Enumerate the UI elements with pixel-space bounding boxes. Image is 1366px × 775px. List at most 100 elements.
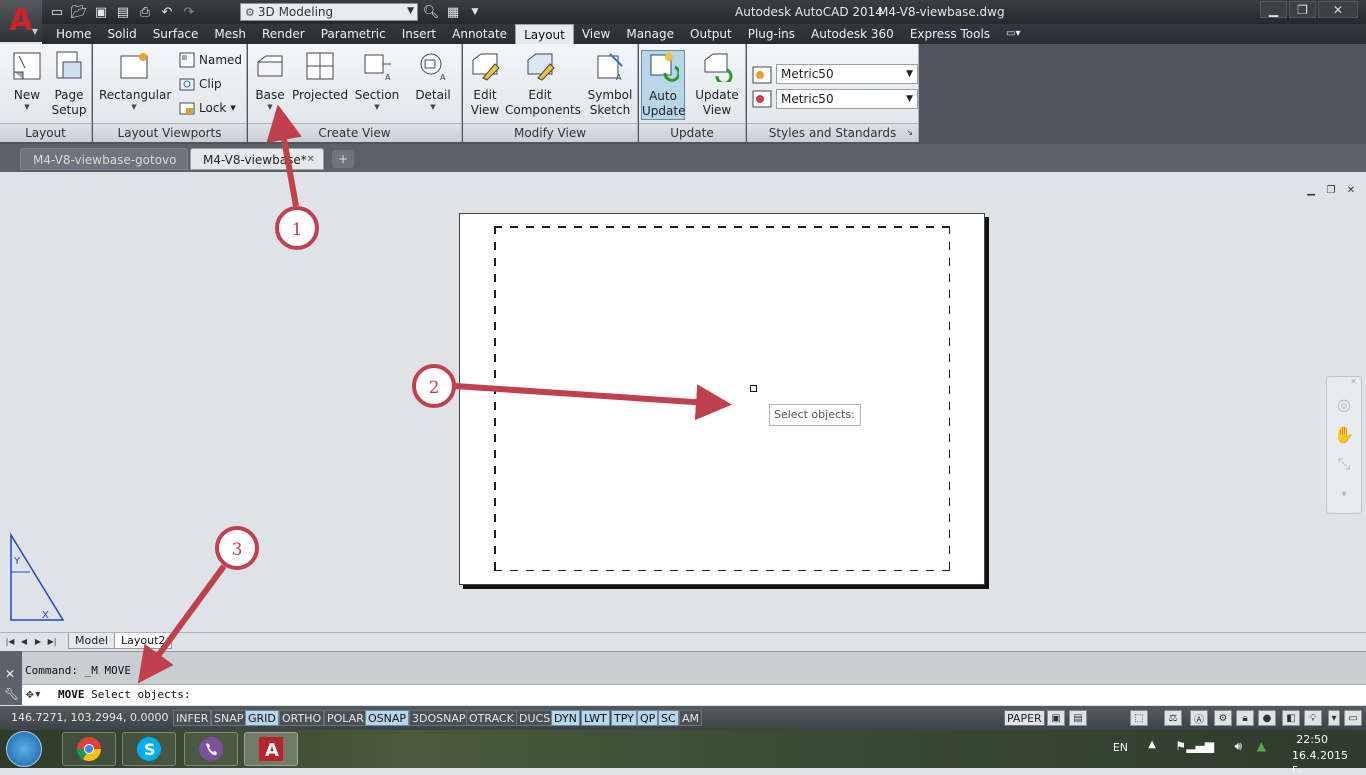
tab-parametric[interactable]: Parametric	[313, 24, 394, 44]
tab-render[interactable]: Render	[254, 24, 313, 44]
status-menu-icon[interactable]: ▾	[1328, 710, 1340, 726]
next-tab-icon[interactable]: ▶	[32, 634, 44, 648]
named-viewport-button[interactable]: Named	[179, 52, 242, 68]
tab-plug-ins[interactable]: Plug-ins	[740, 24, 803, 44]
restore-icon[interactable]: ❐	[1289, 1, 1316, 18]
tab-model[interactable]: Model	[68, 633, 116, 649]
toggle-sc[interactable]: SC	[658, 710, 679, 726]
annotation-visibility-icon[interactable]: Ⓐ	[1190, 710, 1208, 726]
new-layout-button[interactable]: New ▼	[8, 50, 46, 111]
isolate-objects-icon[interactable]: ◧	[1282, 710, 1300, 726]
section-view-button[interactable]: A Section ▼	[352, 50, 402, 111]
steering-wheel-icon[interactable]: ◎	[1327, 389, 1361, 419]
skype-icon[interactable]: S	[122, 732, 176, 766]
lightbulb-icon[interactable]: 💡︎	[1304, 710, 1322, 726]
section-style-dropdown[interactable]: Metric50 ▼	[776, 89, 918, 109]
clean-screen-icon[interactable]: ▭	[1344, 710, 1362, 726]
drawing-canvas[interactable]: ▁ ❐ ✕ Select objects: ✕ ◎ ✋ ⤡ ▾ Y X	[0, 172, 1366, 632]
workspace-dropdown[interactable]: ⚙ 3D Modeling ▼	[240, 3, 418, 21]
prev-tab-icon[interactable]: ◀	[18, 634, 30, 648]
doc-tab-viewbase-gotovo[interactable]: M4-V8-viewbase-gotovo	[20, 148, 188, 170]
toggle-ortho[interactable]: ORTHO	[279, 710, 325, 726]
page-setup-button[interactable]: Page Setup	[50, 50, 88, 118]
chevron-down-icon[interactable]: ▾	[1327, 479, 1361, 509]
restore-icon[interactable]: ❐	[1324, 184, 1338, 196]
tab-view[interactable]: View	[574, 24, 618, 44]
toggle-osnap[interactable]: OSNAP	[365, 710, 410, 726]
rectangular-viewport-button[interactable]: Rectangular ▼	[99, 50, 171, 111]
pan-hand-icon[interactable]: ✋	[1327, 419, 1361, 449]
clip-viewport-button[interactable]: Clip	[179, 76, 222, 92]
tray-arrow-icon[interactable]: ▲	[1148, 739, 1156, 750]
tab-solid[interactable]: Solid	[99, 24, 144, 44]
detail-view-button[interactable]: A Detail ▼	[410, 50, 456, 111]
maximize-viewport-icon[interactable]: ⬚	[1130, 710, 1148, 726]
tab-mesh[interactable]: Mesh	[206, 24, 254, 44]
base-view-button[interactable]: Base ▼	[252, 50, 288, 111]
workspace-switching-icon[interactable]: ⚙	[1214, 710, 1232, 726]
close-icon[interactable]: ✕	[307, 149, 315, 171]
tab-autodesk-360[interactable]: Autodesk 360	[803, 24, 902, 44]
move-cursor-icon[interactable]: ✥▾	[26, 685, 42, 705]
section-style-icon[interactable]	[752, 90, 772, 108]
minimize-icon[interactable]: ▁	[1304, 184, 1318, 196]
toggle-tpy[interactable]: TPY	[611, 710, 637, 726]
auto-update-button[interactable]: Auto Update	[641, 50, 685, 120]
new-tab-icon[interactable]: +	[332, 150, 354, 168]
command-input[interactable]: ✥▾ MOVE Select objects:	[22, 684, 1366, 705]
save-icon[interactable]: ▣	[90, 3, 112, 21]
lock-viewport-button[interactable]: Lock ▼	[179, 100, 236, 116]
zoom-icon[interactable]: ⤡	[1327, 449, 1361, 479]
volume-icon[interactable]: 🔊︎	[1234, 739, 1242, 754]
tab-home[interactable]: Home	[48, 24, 99, 44]
chrome-icon[interactable]	[62, 732, 116, 766]
projected-view-button[interactable]: Projected	[292, 50, 348, 103]
network-icon[interactable]: ▂▄▆	[1186, 739, 1214, 753]
first-tab-icon[interactable]: |◀	[4, 634, 16, 648]
hardware-acceleration-icon[interactable]: ●	[1258, 710, 1276, 726]
windows-start-button[interactable]	[6, 731, 42, 767]
view-style-icon[interactable]	[752, 66, 772, 84]
view-style-dropdown[interactable]: Metric50 ▼	[776, 64, 918, 84]
plot-icon[interactable]: ▦	[442, 3, 464, 21]
minimize-icon[interactable]: ▁	[1260, 1, 1287, 18]
tab-express-tools[interactable]: Express Tools	[902, 24, 998, 44]
autocad-taskbar-icon[interactable]: A	[244, 732, 298, 766]
close-icon[interactable]: ✕	[1327, 377, 1361, 389]
toggle-infer[interactable]: INFER	[173, 710, 212, 726]
tab-output[interactable]: Output	[682, 24, 740, 44]
action-center-icon[interactable]: ⚑	[1175, 739, 1186, 753]
paper-space-toggle[interactable]: PAPER	[1004, 710, 1045, 726]
toggle-polar[interactable]: POLAR	[324, 710, 367, 726]
quick-view-layouts-icon[interactable]: ▣	[1047, 710, 1065, 726]
clock-time[interactable]: 22:50	[1296, 733, 1328, 746]
close-icon[interactable]: ✕	[1344, 184, 1358, 196]
lock-ui-icon[interactable]: 🔒︎	[1236, 710, 1254, 726]
undo-icon[interactable]: ↶	[156, 3, 178, 21]
toggle-ducs[interactable]: DUCS	[516, 710, 554, 726]
save-as-icon[interactable]: ▤	[112, 3, 134, 21]
viewport-boundary[interactable]	[494, 226, 950, 571]
print-icon[interactable]: ⎙	[134, 3, 156, 21]
last-tab-icon[interactable]: ▶|	[46, 634, 58, 648]
toggle-snap[interactable]: SNAP	[211, 710, 247, 726]
viber-icon[interactable]	[184, 732, 238, 766]
tab-manage[interactable]: Manage	[618, 24, 682, 44]
ribbon-minimize-icon[interactable]: ▭▾	[998, 24, 1028, 44]
annotation-scale-icon[interactable]: ⚖	[1164, 710, 1182, 726]
tab-annotate[interactable]: Annotate	[444, 24, 515, 44]
google-drive-icon[interactable]: ▲	[1257, 739, 1266, 753]
close-icon[interactable]: ✕	[1318, 1, 1358, 18]
symbol-sketch-button[interactable]: A Symbol Sketch	[587, 50, 633, 118]
toggle-lwt[interactable]: LWT	[581, 710, 610, 726]
toggle-am[interactable]: AM	[679, 710, 703, 726]
edit-view-button[interactable]: Edit View	[467, 50, 503, 118]
toggle-dyn[interactable]: DYN	[551, 710, 580, 726]
redo-icon[interactable]: ↷	[178, 3, 200, 21]
new-file-icon[interactable]: ▭	[46, 3, 68, 21]
update-view-button[interactable]: Update View	[691, 50, 743, 118]
tab-layout2[interactable]: Layout2	[114, 633, 173, 649]
language-indicator[interactable]: EN	[1113, 741, 1128, 754]
toggle-3dosnap[interactable]: 3DOSNAP	[409, 710, 469, 726]
quick-view-drawings-icon[interactable]: ▤	[1069, 710, 1087, 726]
